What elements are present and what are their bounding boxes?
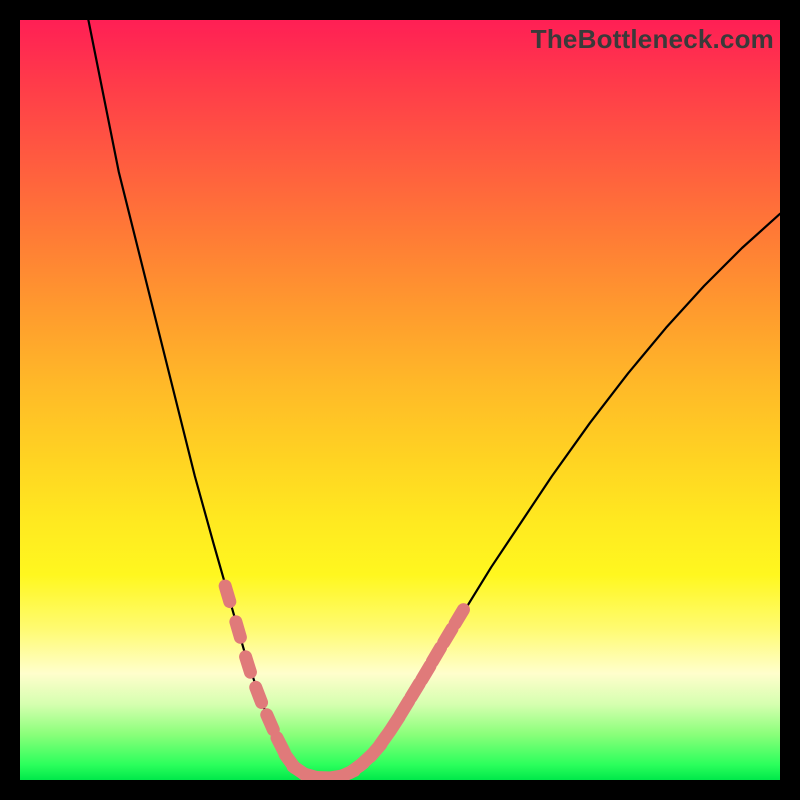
data-marker: [432, 648, 440, 662]
data-markers: [225, 586, 463, 778]
chart-svg: [20, 20, 780, 780]
data-marker: [267, 715, 274, 730]
data-marker: [411, 683, 419, 697]
chart-frame: TheBottleneck.com: [0, 0, 800, 800]
data-marker: [256, 687, 262, 702]
data-marker: [225, 586, 230, 602]
data-marker: [246, 657, 251, 673]
plot-area: TheBottleneck.com: [20, 20, 780, 780]
data-marker: [400, 701, 409, 715]
watermark-text: TheBottleneck.com: [531, 24, 774, 55]
data-marker: [455, 610, 463, 624]
data-marker: [444, 629, 452, 643]
data-marker: [422, 666, 430, 680]
data-marker: [236, 622, 241, 638]
